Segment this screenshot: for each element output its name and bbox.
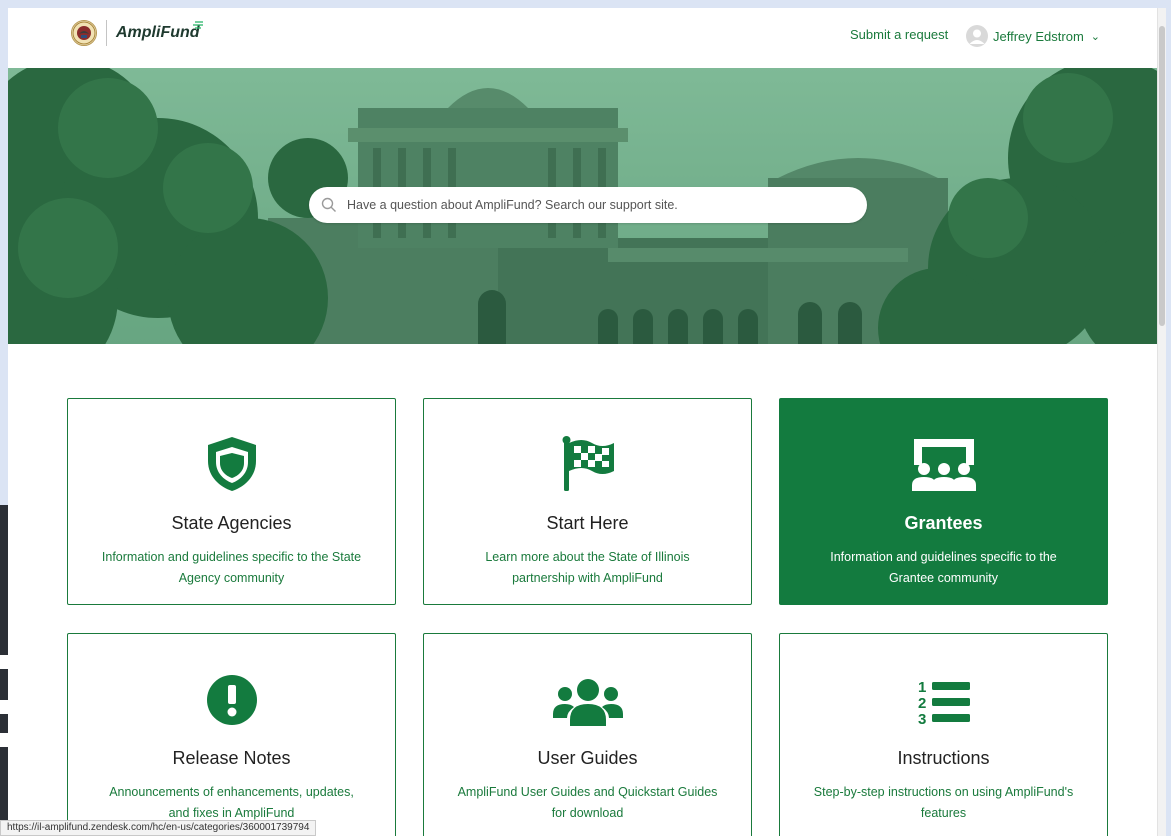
- card-description: Learn more about the State of Illinois p…: [485, 550, 690, 585]
- chevron-down-icon: ⌄: [1090, 30, 1101, 43]
- logo-divider: [106, 20, 107, 46]
- card-description: Information and guidelines specific to t…: [101, 550, 362, 585]
- svg-text:3: 3: [918, 711, 926, 728]
- exclamation-circle-icon: [206, 675, 257, 725]
- page-scrollbar[interactable]: [1157, 8, 1166, 836]
- numbered-list-icon: 1 2 3: [918, 679, 970, 728]
- amplifund-logo-text[interactable]: AmpliFund: [116, 24, 200, 42]
- user-avatar-icon: [966, 25, 988, 47]
- user-name: Jeffrey Edstrom: [993, 28, 1084, 44]
- shield-icon: [207, 437, 256, 491]
- users-group-icon: [552, 679, 623, 726]
- category-card-start-here[interactable]: Start Here Learn more about the State of…: [423, 398, 752, 605]
- category-card-user-guides[interactable]: User Guides AmpliFund User Guides and Qu…: [423, 633, 752, 836]
- presentation-audience-icon: [911, 439, 976, 491]
- search-input[interactable]: [345, 197, 867, 213]
- svg-text:2: 2: [918, 695, 926, 712]
- category-card-grantees[interactable]: Grantees Information and guidelines spec…: [779, 398, 1108, 605]
- category-card-state-agencies[interactable]: State Agencies Information and guideline…: [67, 398, 396, 605]
- card-title: Grantees: [904, 513, 983, 533]
- card-title: Instructions: [897, 748, 990, 768]
- category-card-instructions[interactable]: 1 2 3 Instructions Step-by-step instruct…: [779, 633, 1108, 836]
- search-icon: [321, 197, 336, 212]
- card-description: Information and guidelines specific to t…: [830, 550, 1057, 585]
- svg-text:1: 1: [918, 679, 926, 696]
- card-title: Release Notes: [172, 748, 291, 768]
- card-description: Step-by-step instructions on using Ampli…: [813, 785, 1074, 820]
- help-center-page: AmpliFund Submit a request Jeffrey Edstr…: [8, 8, 1166, 836]
- card-description: Announcements of enhancements, updates, …: [109, 785, 354, 820]
- card-title: State Agencies: [171, 513, 292, 533]
- checkered-flag-icon: [562, 436, 614, 491]
- card-description: AmpliFund User Guides and Quickstart Gui…: [457, 785, 718, 820]
- card-title: Start Here: [546, 513, 629, 533]
- search-box[interactable]: [309, 187, 867, 223]
- illinois-seal-logo[interactable]: [71, 20, 97, 46]
- submit-request-link[interactable]: Submit a request: [850, 27, 948, 42]
- amplifund-logo-mark-icon: [193, 21, 203, 29]
- scrollbar-thumb[interactable]: [1159, 26, 1165, 326]
- site-header: AmpliFund Submit a request Jeffrey Edstr…: [8, 8, 1158, 68]
- user-menu[interactable]: Jeffrey Edstrom ⌄: [966, 24, 1100, 48]
- hero-banner: [8, 68, 1158, 344]
- link-preview-status: https://il-amplifund.zendesk.com/hc/en-u…: [0, 820, 317, 836]
- card-title: User Guides: [537, 748, 638, 768]
- category-card-release-notes[interactable]: Release Notes Announcements of enhanceme…: [67, 633, 396, 836]
